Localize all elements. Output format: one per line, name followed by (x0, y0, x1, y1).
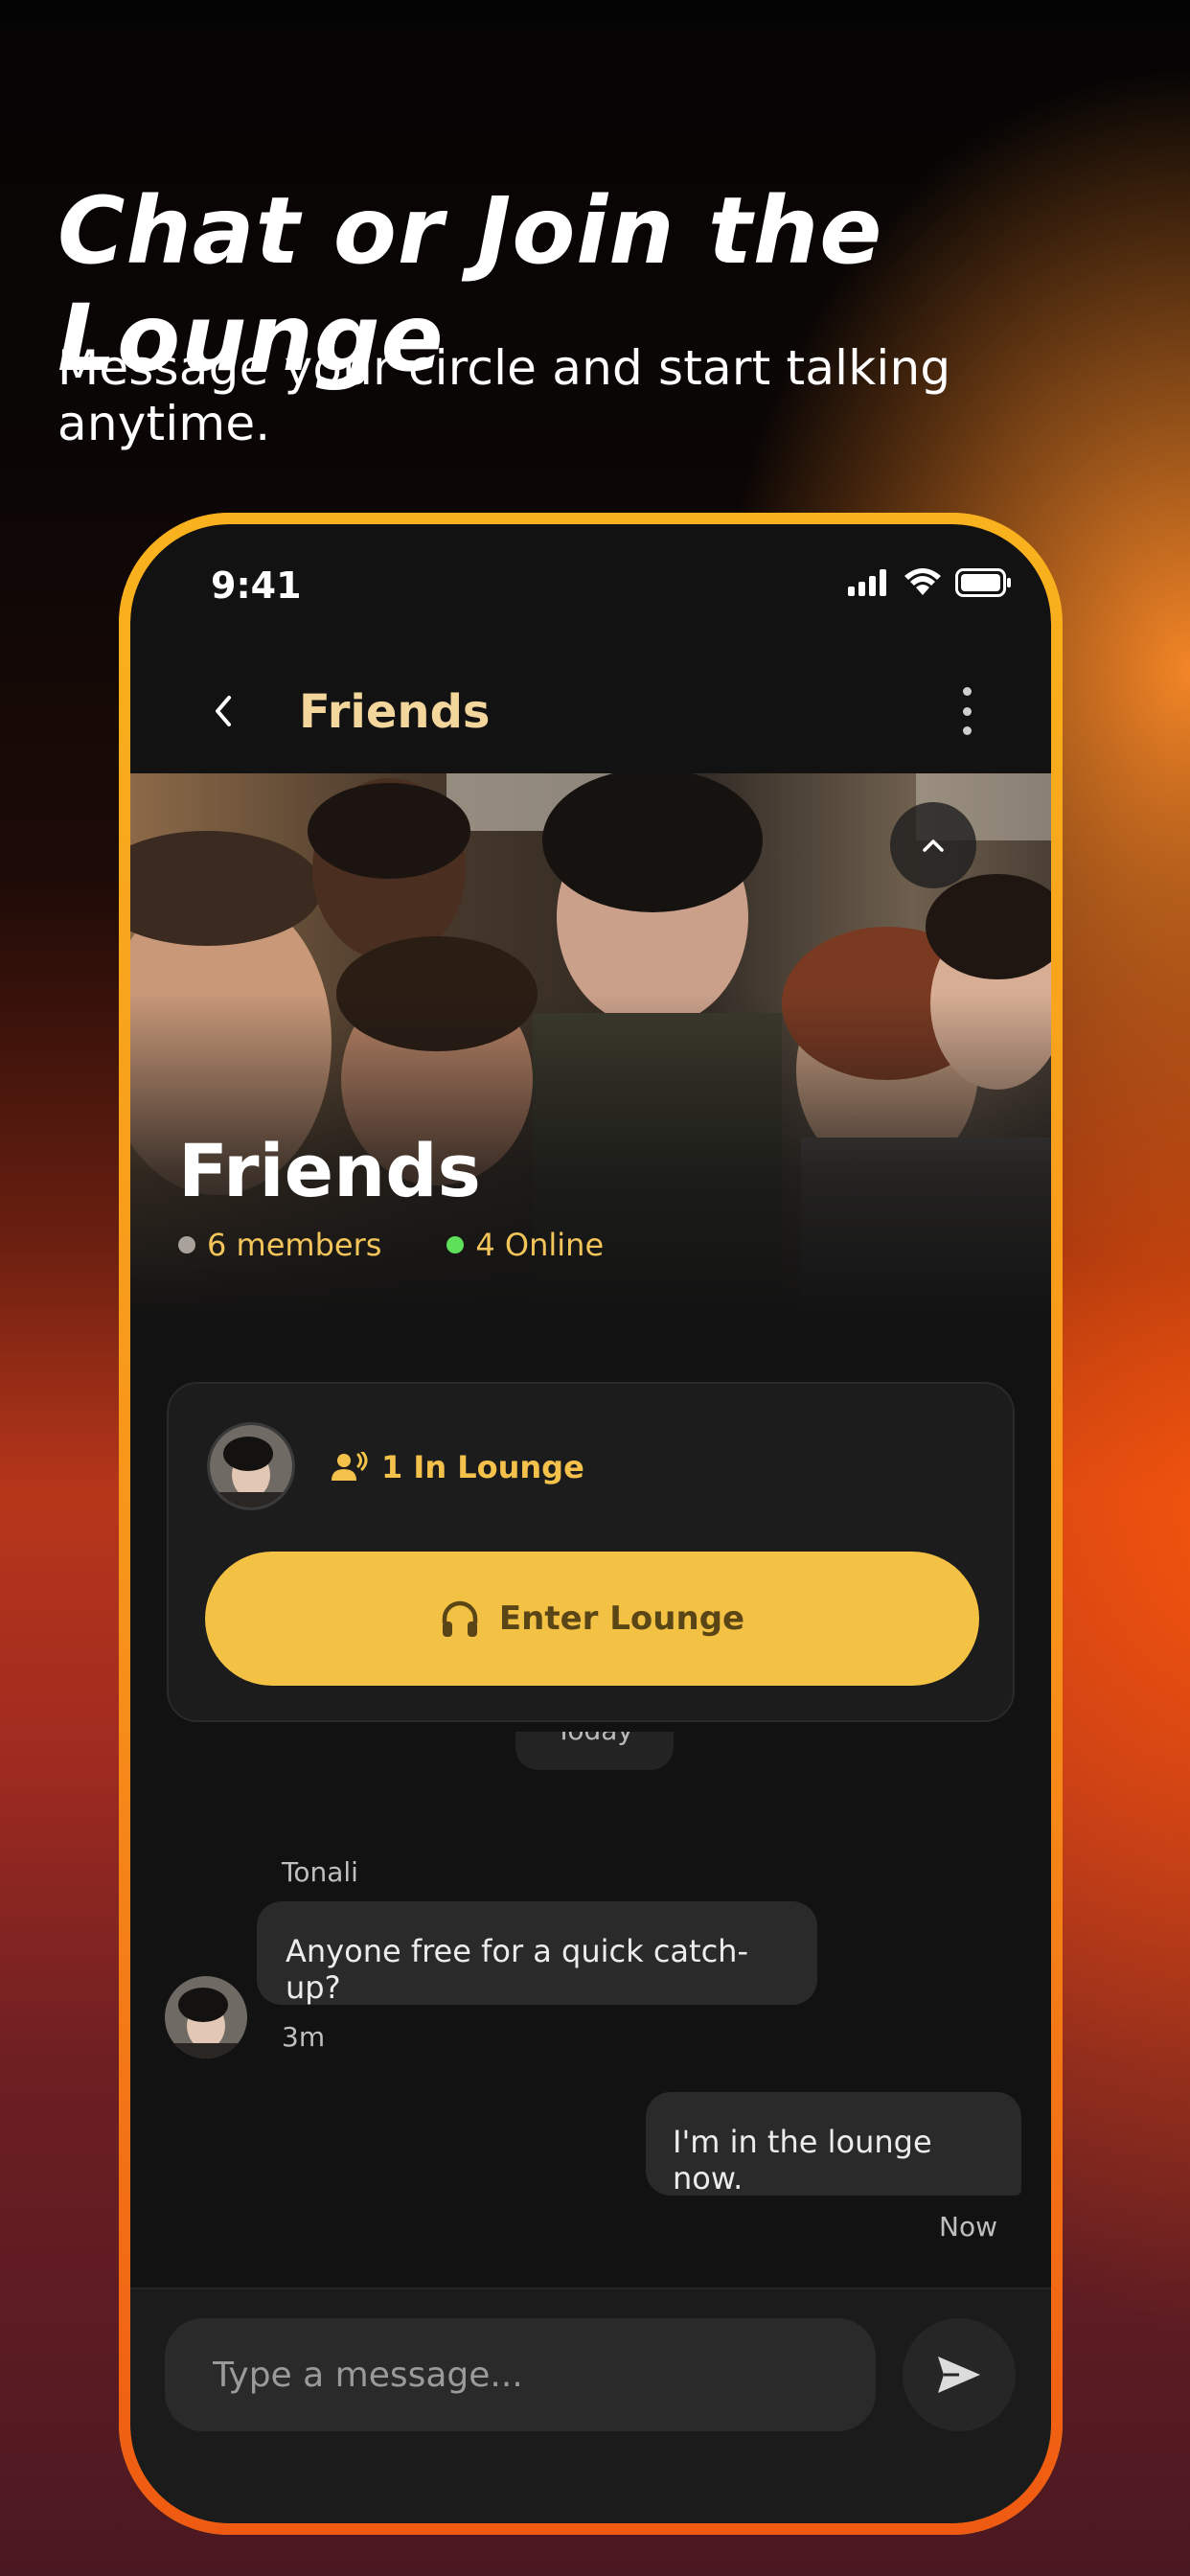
wifi-icon (904, 568, 941, 595)
speaker-person-icon (332, 1452, 368, 1481)
enter-lounge-button[interactable]: Enter Lounge (205, 1552, 979, 1686)
headphones-icon (442, 1600, 478, 1637)
lounge-card: 1 In Lounge Enter Lounge (167, 1382, 1015, 1722)
status-icons (848, 568, 1013, 597)
in-lounge-indicator: 1 In Lounge (332, 1449, 584, 1485)
members-dot-icon (178, 1236, 195, 1254)
more-vert-icon (962, 687, 972, 696)
collapse-banner-button[interactable] (890, 802, 976, 888)
phone-frame: 9:41 Friends Friends 6 members 4 Online … (119, 513, 1063, 2535)
outgoing-message-time: Now (939, 2211, 997, 2242)
group-name: Friends (178, 1128, 481, 1213)
back-chevron-icon (216, 696, 231, 726)
online-count: 4 Online (475, 1227, 605, 1263)
online-dot-icon (446, 1236, 465, 1254)
more-options-button[interactable] (948, 687, 986, 735)
signal-icon (848, 569, 886, 596)
members-count: 6 members (207, 1227, 382, 1263)
lounge-member-avatar[interactable] (207, 1422, 295, 1510)
status-time: 9:41 (211, 564, 302, 607)
send-button[interactable] (903, 2318, 1016, 2431)
outgoing-message[interactable]: I'm in the lounge now. (646, 2092, 1021, 2196)
sender-avatar[interactable] (165, 1976, 247, 2058)
collapse-chevron-icon (923, 840, 944, 852)
day-separator-label: Today (515, 1732, 674, 1746)
hero-subtitle: Message your circle and start talking an… (57, 340, 951, 451)
day-separator: Today (515, 1732, 674, 1770)
message-composer (130, 2288, 1051, 2523)
message-input[interactable] (165, 2318, 876, 2431)
enter-lounge-label: Enter Lounge (498, 1599, 745, 1638)
send-icon (938, 2357, 980, 2393)
back-button[interactable] (199, 687, 247, 735)
incoming-message-time: 3m (282, 2021, 326, 2053)
message-sender: Tonali (282, 1856, 358, 1888)
group-meta: 6 members 4 Online (178, 1227, 604, 1263)
incoming-message[interactable]: Anyone free for a quick catch-up? (257, 1901, 817, 2006)
battery-icon (955, 568, 1011, 597)
nav-bar: Friends (130, 649, 1051, 773)
status-bar: 9:41 (130, 524, 1051, 649)
in-lounge-label: 1 In Lounge (381, 1449, 584, 1485)
nav-title: Friends (299, 685, 491, 739)
